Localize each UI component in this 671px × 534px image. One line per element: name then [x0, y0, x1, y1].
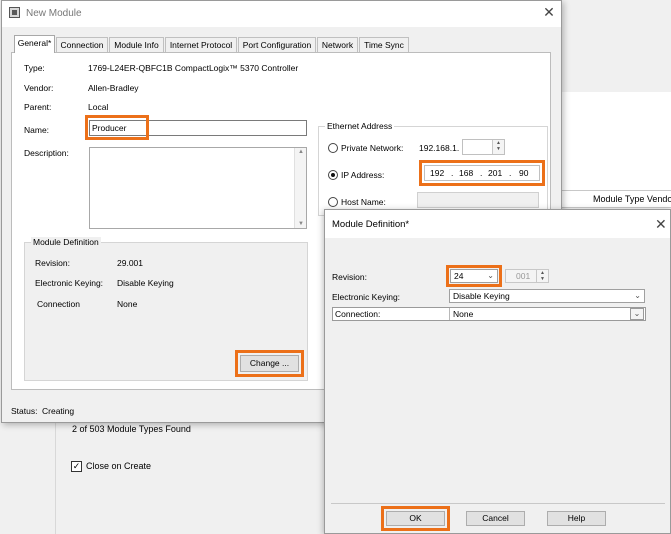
description-scrollbar[interactable]: ▲ ▼: [294, 148, 306, 228]
tab-general[interactable]: General*: [14, 35, 55, 53]
module-types-found-text: 2 of 503 Module Types Found: [72, 424, 191, 434]
module-definition-dialog: Module Definition* ✕ Revision: 24 ⌄ 001 …: [324, 209, 671, 534]
private-network-octet-field[interactable]: ▲ ▼: [462, 139, 505, 155]
chevron-down-icon[interactable]: ⌄: [634, 290, 641, 302]
tab-network[interactable]: Network: [317, 37, 358, 52]
revision-minor-value: 001: [516, 271, 531, 281]
tab-time-sync[interactable]: Time Sync: [359, 37, 409, 52]
name-highlight: [85, 115, 149, 140]
new-module-titlebar: New Module ✕: [2, 1, 561, 27]
host-name-label[interactable]: Host Name:: [341, 197, 386, 207]
host-name-radio[interactable]: [328, 197, 338, 207]
connection-label: Connection: [37, 299, 81, 309]
vendor-label: Vendor:: [24, 83, 54, 93]
tab-internet-protocol[interactable]: Internet Protocol: [165, 37, 237, 52]
chevron-down-icon[interactable]: ⌄: [630, 308, 644, 320]
private-network-radio[interactable]: [328, 143, 338, 153]
scroll-up-icon[interactable]: ▲: [298, 149, 304, 155]
close-on-create-checkbox[interactable]: ✓: [71, 461, 82, 472]
private-network-prefix: 192.168.1.: [419, 143, 460, 153]
revision-highlight: [446, 265, 502, 287]
parent-label: Parent:: [24, 102, 52, 112]
select-module-bottom-panel: [55, 420, 335, 534]
connection-divider: [449, 308, 450, 320]
help-button[interactable]: Help: [547, 511, 606, 526]
dialog-title: Module Definition*: [332, 219, 410, 230]
status-value: Creating: [42, 406, 75, 416]
electronic-keying-label: Electronic Keying:: [35, 278, 104, 288]
connection-value: None: [453, 309, 474, 319]
electronic-keying-value: Disable Keying: [453, 291, 510, 301]
private-network-spinner[interactable]: ▲ ▼: [492, 140, 504, 154]
description-label: Description:: [24, 148, 69, 158]
connection-row[interactable]: Connection: None ⌄: [332, 307, 646, 321]
module-list-area: [560, 92, 671, 192]
ip-address-radio[interactable]: [328, 170, 338, 180]
ethernet-address-group: Ethernet Address Private Network: 192.16…: [318, 121, 548, 216]
ip-address-highlight: [419, 160, 545, 186]
tab-connection[interactable]: Connection: [56, 37, 108, 52]
connection-label: Connection:: [335, 309, 381, 319]
cancel-button[interactable]: Cancel: [466, 511, 525, 526]
module-definition-group: Module Definition Revision: 29.001 Elect…: [24, 237, 308, 381]
scroll-down-icon[interactable]: ▼: [298, 221, 304, 227]
vendor-value: Allen-Bradley: [88, 83, 139, 93]
window-title: New Module: [26, 8, 82, 19]
revision-minor-spinner[interactable]: ▲ ▼: [536, 270, 548, 282]
app-icon: [9, 7, 20, 18]
revision-value: 29.001: [117, 258, 143, 268]
revision-minor-field[interactable]: 001 ▲ ▼: [505, 269, 549, 283]
electronic-keying-label: Electronic Keying:: [332, 292, 401, 302]
module-definition-titlebar: Module Definition* ✕: [325, 210, 670, 238]
close-on-create-label[interactable]: Close on Create: [86, 461, 151, 471]
module-definition-group-title: Module Definition: [31, 237, 101, 247]
ethernet-address-group-title: Ethernet Address: [325, 121, 395, 131]
name-label: Name:: [24, 125, 50, 135]
connection-value: None: [117, 299, 138, 309]
close-icon[interactable]: ✕: [542, 5, 556, 19]
close-icon[interactable]: ✕: [655, 217, 667, 231]
tab-port-configuration[interactable]: Port Configuration: [238, 37, 316, 52]
type-value: 1769-L24ER-QBFC1B CompactLogix™ 5370 Con…: [88, 63, 299, 73]
ok-button-highlight: [381, 506, 450, 531]
type-label: Type:: [24, 63, 45, 73]
private-network-label[interactable]: Private Network:: [341, 143, 403, 153]
change-button-highlight: [235, 350, 304, 377]
description-field[interactable]: ▲ ▼: [89, 147, 307, 229]
revision-label: Revision:: [332, 272, 367, 282]
module-type-vendor-column-header[interactable]: Module Type Vendo: [593, 194, 671, 204]
tab-module-info[interactable]: Module Info: [109, 37, 164, 52]
electronic-keying-value: Disable Keying: [117, 278, 174, 288]
button-separator: [331, 503, 665, 504]
spin-down-icon[interactable]: ▼: [493, 146, 504, 152]
electronic-keying-select[interactable]: Disable Keying ⌄: [449, 289, 645, 303]
status-label: Status:: [11, 406, 38, 416]
parent-value: Local: [88, 102, 109, 112]
ip-address-label[interactable]: IP Address:: [341, 170, 384, 180]
host-name-field[interactable]: [417, 192, 539, 208]
revision-label: Revision:: [35, 258, 70, 268]
spin-down-icon[interactable]: ▼: [537, 276, 548, 282]
